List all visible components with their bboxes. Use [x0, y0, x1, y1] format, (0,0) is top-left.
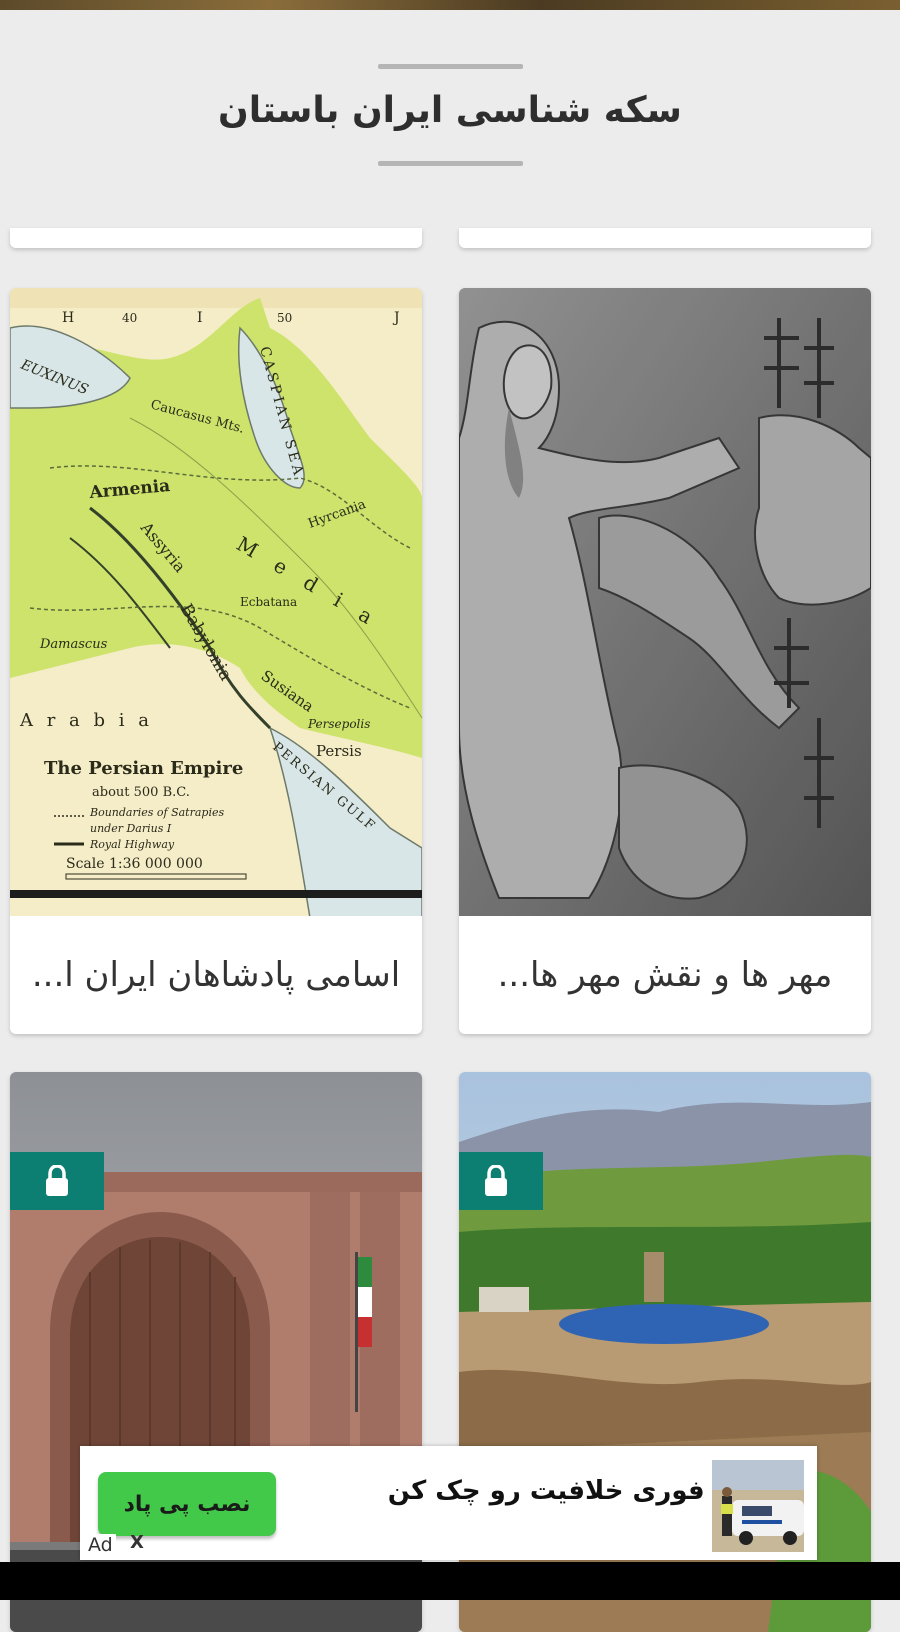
- map-grid-label-h: H: [62, 310, 74, 326]
- map-label-ecbatana: Ecbatana: [240, 595, 297, 609]
- ad-close-button[interactable]: X: [130, 1532, 144, 1553]
- persian-empire-map-image: H 40 I 50 J EUXINUS Caucasus Mts. CASPIA…: [10, 288, 422, 916]
- card-seals-and-impressions[interactable]: مهر ها و نقش مهر ها...: [459, 288, 871, 1034]
- page-header: سکه شناسی ایران باستان: [0, 10, 900, 210]
- map-label-persis: Persis: [316, 742, 362, 760]
- ad-label: Ad: [85, 1534, 116, 1556]
- map-legend-line-1: Boundaries of Satrapies: [89, 806, 224, 819]
- page-title: سکه شناسی ایران باستان: [218, 90, 682, 131]
- map-legend-title: The Persian Empire: [44, 758, 243, 779]
- lock-icon: [485, 1165, 507, 1196]
- map-grid-label-j: J: [392, 310, 400, 326]
- map-legend-line-2: under Darius I: [90, 822, 172, 835]
- map-grid-label-40: 40: [122, 311, 137, 325]
- install-app-button[interactable]: نصب پی پاد: [98, 1472, 276, 1536]
- top-image-strip: [0, 0, 900, 10]
- map-label-arabia: A r a b i a: [19, 710, 153, 731]
- system-nav-bar: [0, 1562, 900, 1600]
- map-legend-line-3: Royal Highway: [89, 838, 175, 851]
- previous-card-right[interactable]: [459, 228, 871, 248]
- previous-card-left[interactable]: [10, 228, 422, 248]
- map-legend-subtitle: about 500 B.C.: [92, 785, 190, 800]
- card-kings-of-iran[interactable]: H 40 I 50 J EUXINUS Caucasus Mts. CASPIA…: [10, 288, 422, 1034]
- map-label-persepolis: Persepolis: [307, 717, 370, 731]
- map-legend-scale: Scale 1:36 000 000: [66, 856, 203, 872]
- header-divider-top: [378, 64, 523, 69]
- seal-relief-image: [459, 288, 871, 916]
- ad-banner[interactable]: نصب پی پاد خیلی فوری خلافیت رو چک کن Ad …: [80, 1446, 817, 1560]
- lock-badge: [459, 1152, 543, 1210]
- map-label-damascus: Damascus: [39, 637, 108, 652]
- ad-thumbnail-image: [712, 1460, 804, 1552]
- header-divider-bottom: [378, 161, 523, 166]
- lock-badge: [10, 1152, 104, 1210]
- card-caption: اسامی پادشاهان ایران ا...: [31, 955, 401, 995]
- card-caption: مهر ها و نقش مهر ها...: [497, 955, 833, 995]
- lock-icon: [46, 1165, 68, 1196]
- map-grid-label-i: I: [197, 310, 203, 326]
- map-grid-label-50: 50: [277, 311, 292, 325]
